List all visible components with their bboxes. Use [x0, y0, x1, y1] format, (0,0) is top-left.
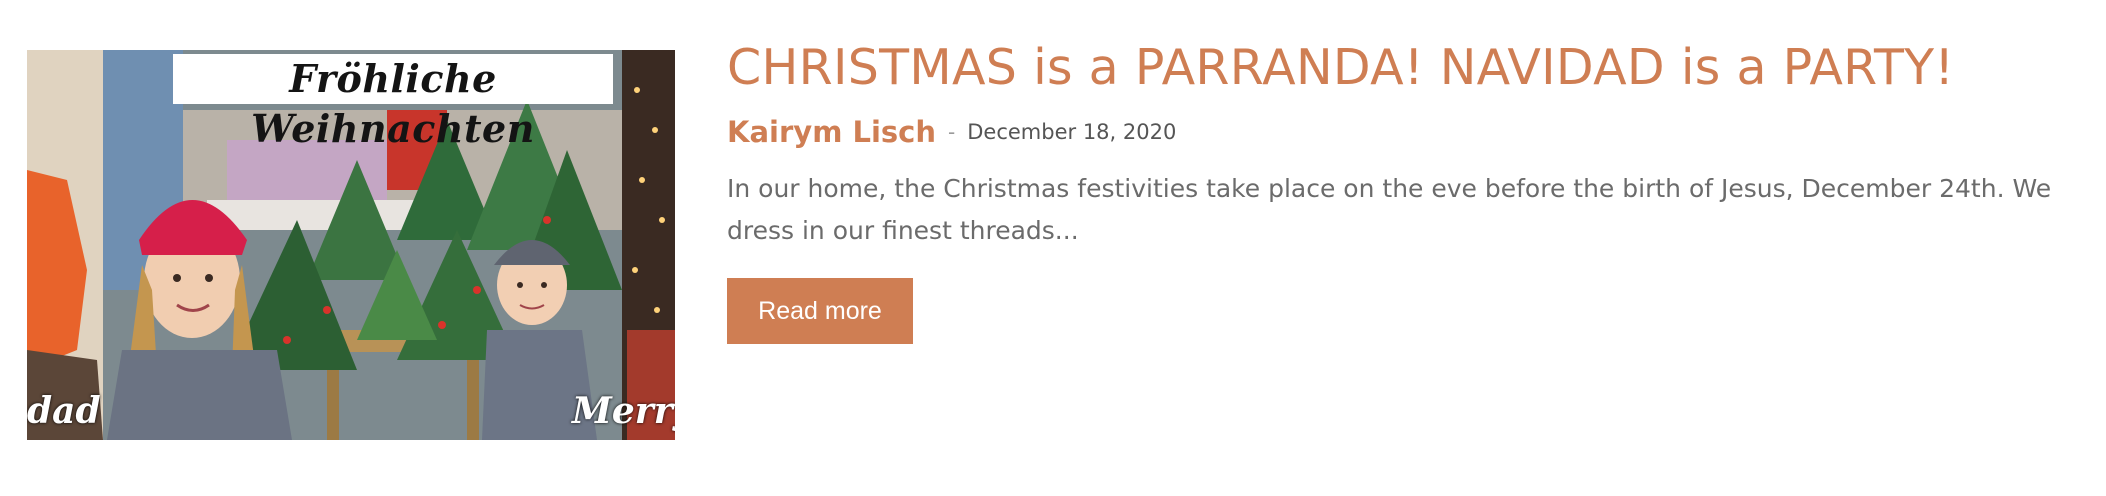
post-date: December 18, 2020	[967, 120, 1177, 144]
post-author[interactable]: Kairym Lisch	[727, 115, 936, 149]
post-thumbnail[interactable]: Fröhliche Weihnachten dad Merry	[27, 50, 675, 440]
read-more-button[interactable]: Read more	[727, 278, 913, 344]
blog-post-card: Fröhliche Weihnachten dad Merry CHRISTMA…	[0, 0, 2106, 496]
meta-separator: -	[948, 120, 956, 144]
thumbnail-caption-left: dad	[27, 390, 101, 432]
post-title[interactable]: CHRISTMAS is a PARRANDA! NAVIDAD is a PA…	[727, 36, 2097, 100]
thumbnail-caption-top: Fröhliche Weihnachten	[173, 54, 613, 151]
post-meta: Kairym Lisch - December 18, 2020	[727, 112, 2097, 152]
post-excerpt: In our home, the Christmas festivities t…	[727, 174, 2052, 245]
post-content: CHRISTMAS is a PARRANDA! NAVIDAD is a PA…	[727, 36, 2097, 344]
thumbnail-caption-right: Merry	[572, 390, 675, 432]
